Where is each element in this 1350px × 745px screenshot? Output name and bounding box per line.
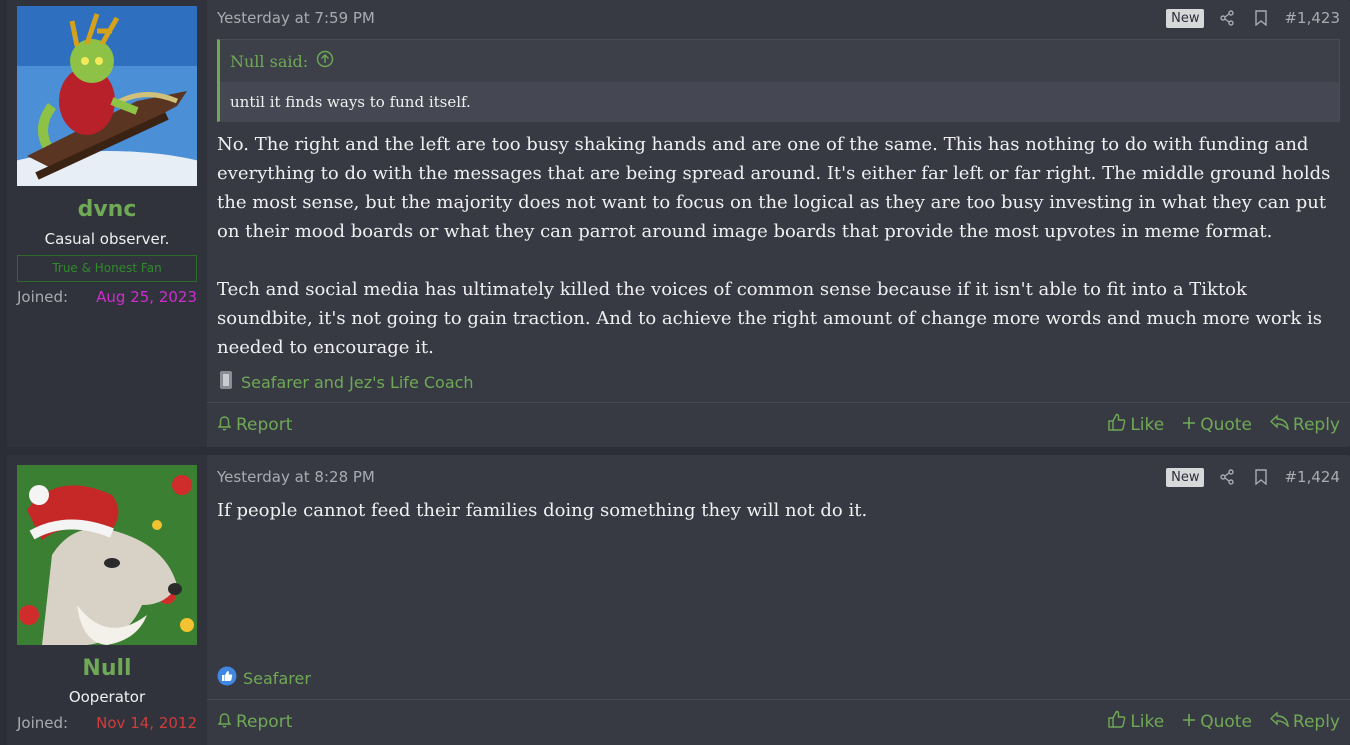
bell-icon: [217, 414, 232, 436]
like-reaction-icon: [217, 666, 237, 690]
post-header: Yesterday at 7:59 PM New #1,423: [217, 6, 1340, 30]
reactions-bar[interactable]: Seafarer: [217, 666, 311, 690]
quote-text: until it finds ways to fund itself.: [220, 82, 1339, 122]
reply-label: Reply: [1292, 414, 1340, 435]
avatar[interactable]: [17, 6, 197, 186]
post-header: Yesterday at 8:28 PM New #1,424: [217, 465, 1340, 489]
post-1423: dvnc Casual observer. True & Honest Fan …: [7, 0, 1350, 447]
post-content: Yesterday at 8:28 PM New #1,424 If peopl…: [207, 455, 1350, 745]
username[interactable]: Null: [7, 656, 207, 681]
user-title: Ooperator: [68, 688, 146, 706]
new-badge: New: [1166, 467, 1205, 487]
reaction-medal-icon: [217, 370, 235, 394]
reactions-users[interactable]: Seafarer: [243, 669, 311, 688]
quote-block: Null said: until it finds ways to fund i…: [217, 39, 1340, 122]
thumbs-up-icon: [1108, 413, 1126, 436]
plus-icon: [1182, 415, 1196, 435]
bookmark-icon[interactable]: [1250, 466, 1272, 488]
like-button[interactable]: Like: [1108, 710, 1164, 733]
thumbs-up-icon: [1108, 710, 1126, 733]
like-label: Like: [1130, 414, 1165, 435]
plus-icon: [1182, 712, 1196, 732]
reply-button[interactable]: Reply: [1269, 413, 1340, 436]
bell-icon: [217, 711, 232, 733]
report-label: Report: [236, 414, 293, 435]
reactions-users[interactable]: Seafarer and Jez's Life Coach: [241, 373, 474, 392]
post-timestamp[interactable]: Yesterday at 7:59 PM: [217, 9, 375, 27]
post-content: Yesterday at 7:59 PM New #1,423 Null sai…: [207, 0, 1350, 447]
avatar[interactable]: [17, 465, 197, 645]
joined-date: Nov 14, 2012: [96, 714, 197, 732]
like-button[interactable]: Like: [1108, 413, 1164, 436]
quote-button[interactable]: Quote: [1182, 710, 1252, 733]
joined-date: Aug 25, 2023: [96, 288, 197, 306]
joined-row: Joined: Aug 25, 2023: [17, 288, 197, 306]
quote-label: Quote: [1200, 711, 1252, 732]
joined-label: Joined:: [17, 714, 69, 732]
reply-icon: [1269, 414, 1289, 435]
new-badge: New: [1166, 8, 1205, 28]
report-button[interactable]: Report: [217, 711, 292, 733]
quote-author[interactable]: Null said:: [230, 52, 308, 71]
message-paragraph: No. The right and the left are too busy …: [217, 134, 1331, 242]
post-1424: Null Ooperator Joined: Nov 14, 2012 Yest…: [7, 455, 1350, 745]
username[interactable]: dvnc: [7, 197, 207, 222]
user-column: dvnc Casual observer. True & Honest Fan …: [7, 0, 207, 447]
report-button[interactable]: Report: [217, 414, 292, 436]
message-paragraph: If people cannot feed their families doi…: [217, 500, 868, 521]
reply-icon: [1269, 711, 1289, 732]
report-label: Report: [236, 711, 293, 732]
joined-label: Joined:: [17, 288, 69, 306]
message-paragraph: Tech and social media has ultimately kil…: [217, 279, 1322, 358]
share-icon[interactable]: [1216, 466, 1238, 488]
share-icon[interactable]: [1216, 7, 1238, 29]
user-column: Null Ooperator Joined: Nov 14, 2012: [7, 455, 207, 745]
quote-button[interactable]: Quote: [1182, 413, 1252, 436]
post-timestamp[interactable]: Yesterday at 8:28 PM: [217, 468, 375, 486]
reply-label: Reply: [1292, 711, 1340, 732]
like-label: Like: [1130, 711, 1165, 732]
quote-header[interactable]: Null said:: [220, 40, 1339, 82]
user-banner: True & Honest Fan: [17, 255, 197, 282]
reactions-bar[interactable]: Seafarer and Jez's Life Coach: [217, 370, 474, 394]
reply-button[interactable]: Reply: [1269, 710, 1340, 733]
post-number[interactable]: #1,423: [1284, 9, 1340, 27]
user-title: Casual observer.: [44, 230, 170, 248]
post-footer: Report Like Quote Reply: [207, 699, 1350, 743]
post-number[interactable]: #1,424: [1284, 468, 1340, 486]
bookmark-icon[interactable]: [1250, 7, 1272, 29]
quote-label: Quote: [1200, 414, 1252, 435]
joined-row: Joined: Nov 14, 2012: [17, 714, 197, 732]
post-footer: Report Like Quote Reply: [207, 402, 1350, 446]
arrow-up-circle-icon[interactable]: [316, 50, 334, 72]
